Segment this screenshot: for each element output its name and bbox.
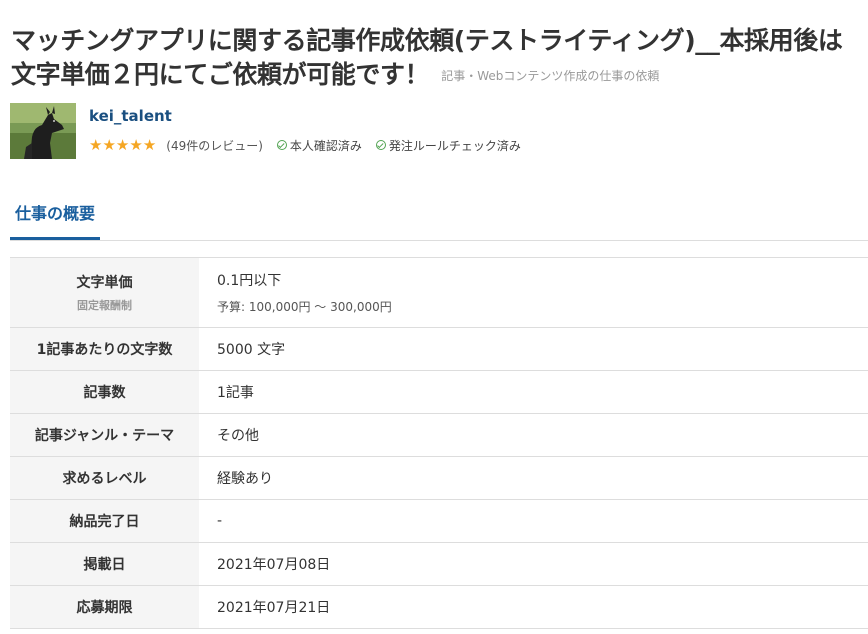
row-value: 1記事 [217, 385, 254, 401]
star-icon: ★ [102, 136, 116, 154]
row-value: 0.1円以下 予算: 100,000円 〜 300,000円 [199, 258, 868, 328]
tab-bar: 仕事の概要 [10, 195, 868, 241]
client-username[interactable]: kei_talent [89, 107, 172, 125]
identity-verified-badge: 本人確認済み [276, 137, 362, 154]
row-label: 納品完了日 [10, 499, 199, 543]
job-category[interactable]: 記事・Webコンテンツ作成の仕事の依頼 [441, 69, 659, 83]
badge-label: 発注ルールチェック済み [388, 138, 521, 153]
job-details-table: 文字単価 固定報酬制 0.1円以下 予算: 100,000円 〜 300,000… [10, 257, 868, 629]
row-value: 5000 文字 [217, 342, 286, 358]
check-circle-icon [375, 140, 386, 150]
table-row: 記事数 1記事 [10, 370, 868, 414]
row-label: 求めるレベル [10, 456, 199, 500]
avatar[interactable] [10, 103, 76, 159]
rating-stars: ★ ★ ★ ★ ★ [89, 136, 156, 154]
row-label: 記事ジャンル・テーマ [10, 413, 199, 457]
row-label: 応募期限 [10, 585, 199, 629]
tab-overview[interactable]: 仕事の概要 [10, 195, 100, 240]
row-label: 記事数 [10, 370, 199, 414]
row-label: 掲載日 [10, 542, 199, 586]
row-label: 文字単価 固定報酬制 [10, 257, 199, 328]
row-value: - [217, 513, 223, 529]
table-row: 1記事あたりの文字数 5000 文字 [10, 327, 868, 371]
row-value: その他 [217, 428, 259, 444]
row-value: 2021年07月08日 [217, 557, 331, 573]
table-row: 納品完了日 - [10, 499, 868, 543]
rule-checked-badge: 発注ルールチェック済み [375, 137, 521, 154]
star-icon: ★ [129, 136, 143, 154]
star-icon: ★ [89, 136, 103, 154]
table-row: 応募期限 2021年07月21日 [10, 585, 868, 629]
unit-price-value: 0.1円以下 [217, 273, 282, 289]
fixed-fee-label: 固定報酬制 [77, 299, 132, 312]
job-title-text: マッチングアプリに関する記事作成依頼(テストライティング)__本採用後は文字単価… [11, 25, 843, 89]
table-row: 求めるレベル 経験あり [10, 456, 868, 500]
row-value: 経験あり [217, 471, 273, 487]
client-meta: ★ ★ ★ ★ ★ (49件のレビュー) 本人確認済み 発注ルールチェック済み [89, 136, 535, 154]
star-icon: ★ [115, 136, 130, 154]
badge-label: 本人確認済み [289, 138, 362, 153]
review-count[interactable]: (49件のレビュー) [166, 137, 263, 154]
check-circle-icon [276, 140, 287, 150]
row-value: 2021年07月21日 [217, 600, 331, 616]
budget-value: 予算: 100,000円 〜 300,000円 [217, 300, 392, 314]
table-row: 文字単価 固定報酬制 0.1円以下 予算: 100,000円 〜 300,000… [10, 257, 868, 328]
star-icon: ★ [142, 136, 157, 154]
row-label: 1記事あたりの文字数 [10, 327, 199, 371]
job-title: マッチングアプリに関する記事作成依頼(テストライティング)__本採用後は文字単価… [11, 24, 861, 93]
avatar-dog-image [10, 103, 76, 159]
table-row: 記事ジャンル・テーマ その他 [10, 413, 868, 457]
table-row: 掲載日 2021年07月08日 [10, 542, 868, 586]
unit-price-label: 文字単価 [76, 275, 133, 291]
